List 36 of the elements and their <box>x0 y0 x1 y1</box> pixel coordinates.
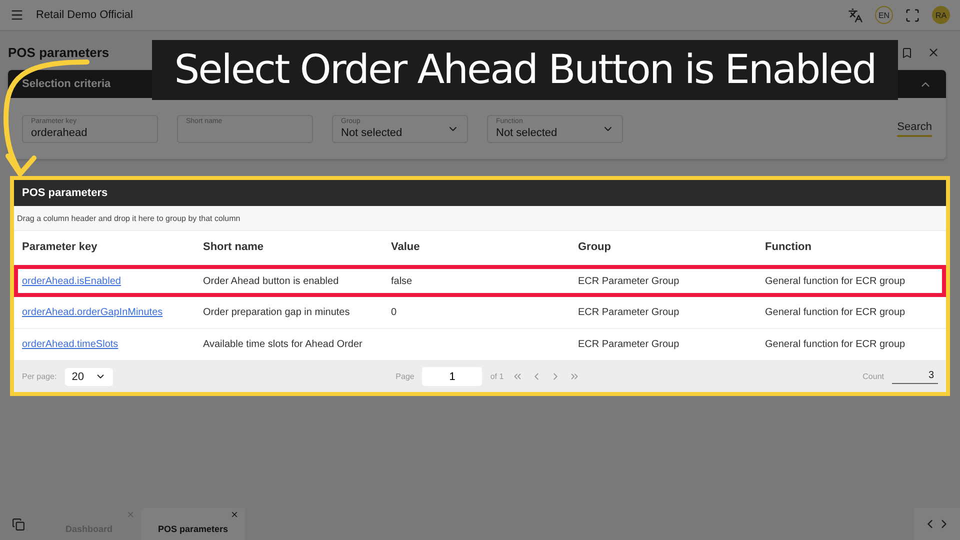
panel-title: Selection criteria <box>22 78 111 90</box>
page-input[interactable]: 1 <box>422 367 482 386</box>
group-hint: Drag a column header and drop it here to group by that column <box>17 214 240 222</box>
per-page-select[interactable]: 20 <box>64 368 113 386</box>
table-cell: Order preparation gap in minutes <box>195 297 383 329</box>
column-header[interactable]: Short name <box>195 231 383 265</box>
table-cell: 0 <box>383 297 570 329</box>
column-header[interactable]: Function <box>757 231 946 265</box>
field-value: Not selected <box>341 127 402 139</box>
parameter-link[interactable]: orderAhead.isEnabled <box>22 276 121 286</box>
page-label: Page <box>396 372 414 381</box>
table-cell: General function for ECR group <box>757 265 946 297</box>
page-title: POS parameters <box>8 45 110 60</box>
parameter-link[interactable]: orderAhead.timeSlots <box>22 339 118 350</box>
column-header[interactable]: Value <box>383 231 570 265</box>
field-value: orderahead <box>31 127 88 139</box>
search-button[interactable]: Search <box>897 121 932 137</box>
field-value: Not selected <box>496 127 558 139</box>
table-cell: ECR Parameter Group <box>570 265 757 297</box>
count-label: Count <box>862 372 884 381</box>
tab[interactable]: POS parameters <box>141 508 245 540</box>
panel-title: POS parameters <box>22 187 108 199</box>
caption-text: Select Order Ahead Button is Enabled <box>174 47 876 93</box>
table-cell: ECR Parameter Group <box>570 297 757 329</box>
page-total: of 1 <box>490 372 504 381</box>
table-cell: false <box>383 265 570 297</box>
column-header[interactable]: Group <box>570 231 757 265</box>
count-value: 3 <box>892 370 938 384</box>
table-cell: Order Ahead button is enabled <box>195 265 383 297</box>
language-button[interactable]: EN <box>875 6 893 24</box>
column-header[interactable]: Parameter key <box>14 231 195 265</box>
per-page-label: Per page: <box>22 372 57 381</box>
user-avatar[interactable]: RA <box>932 6 950 24</box>
parameter-link[interactable]: orderAhead.orderGapInMinutes <box>22 307 163 318</box>
table-cell: General function for ECR group <box>757 297 946 329</box>
app-title: Retail Demo Official <box>36 9 134 21</box>
